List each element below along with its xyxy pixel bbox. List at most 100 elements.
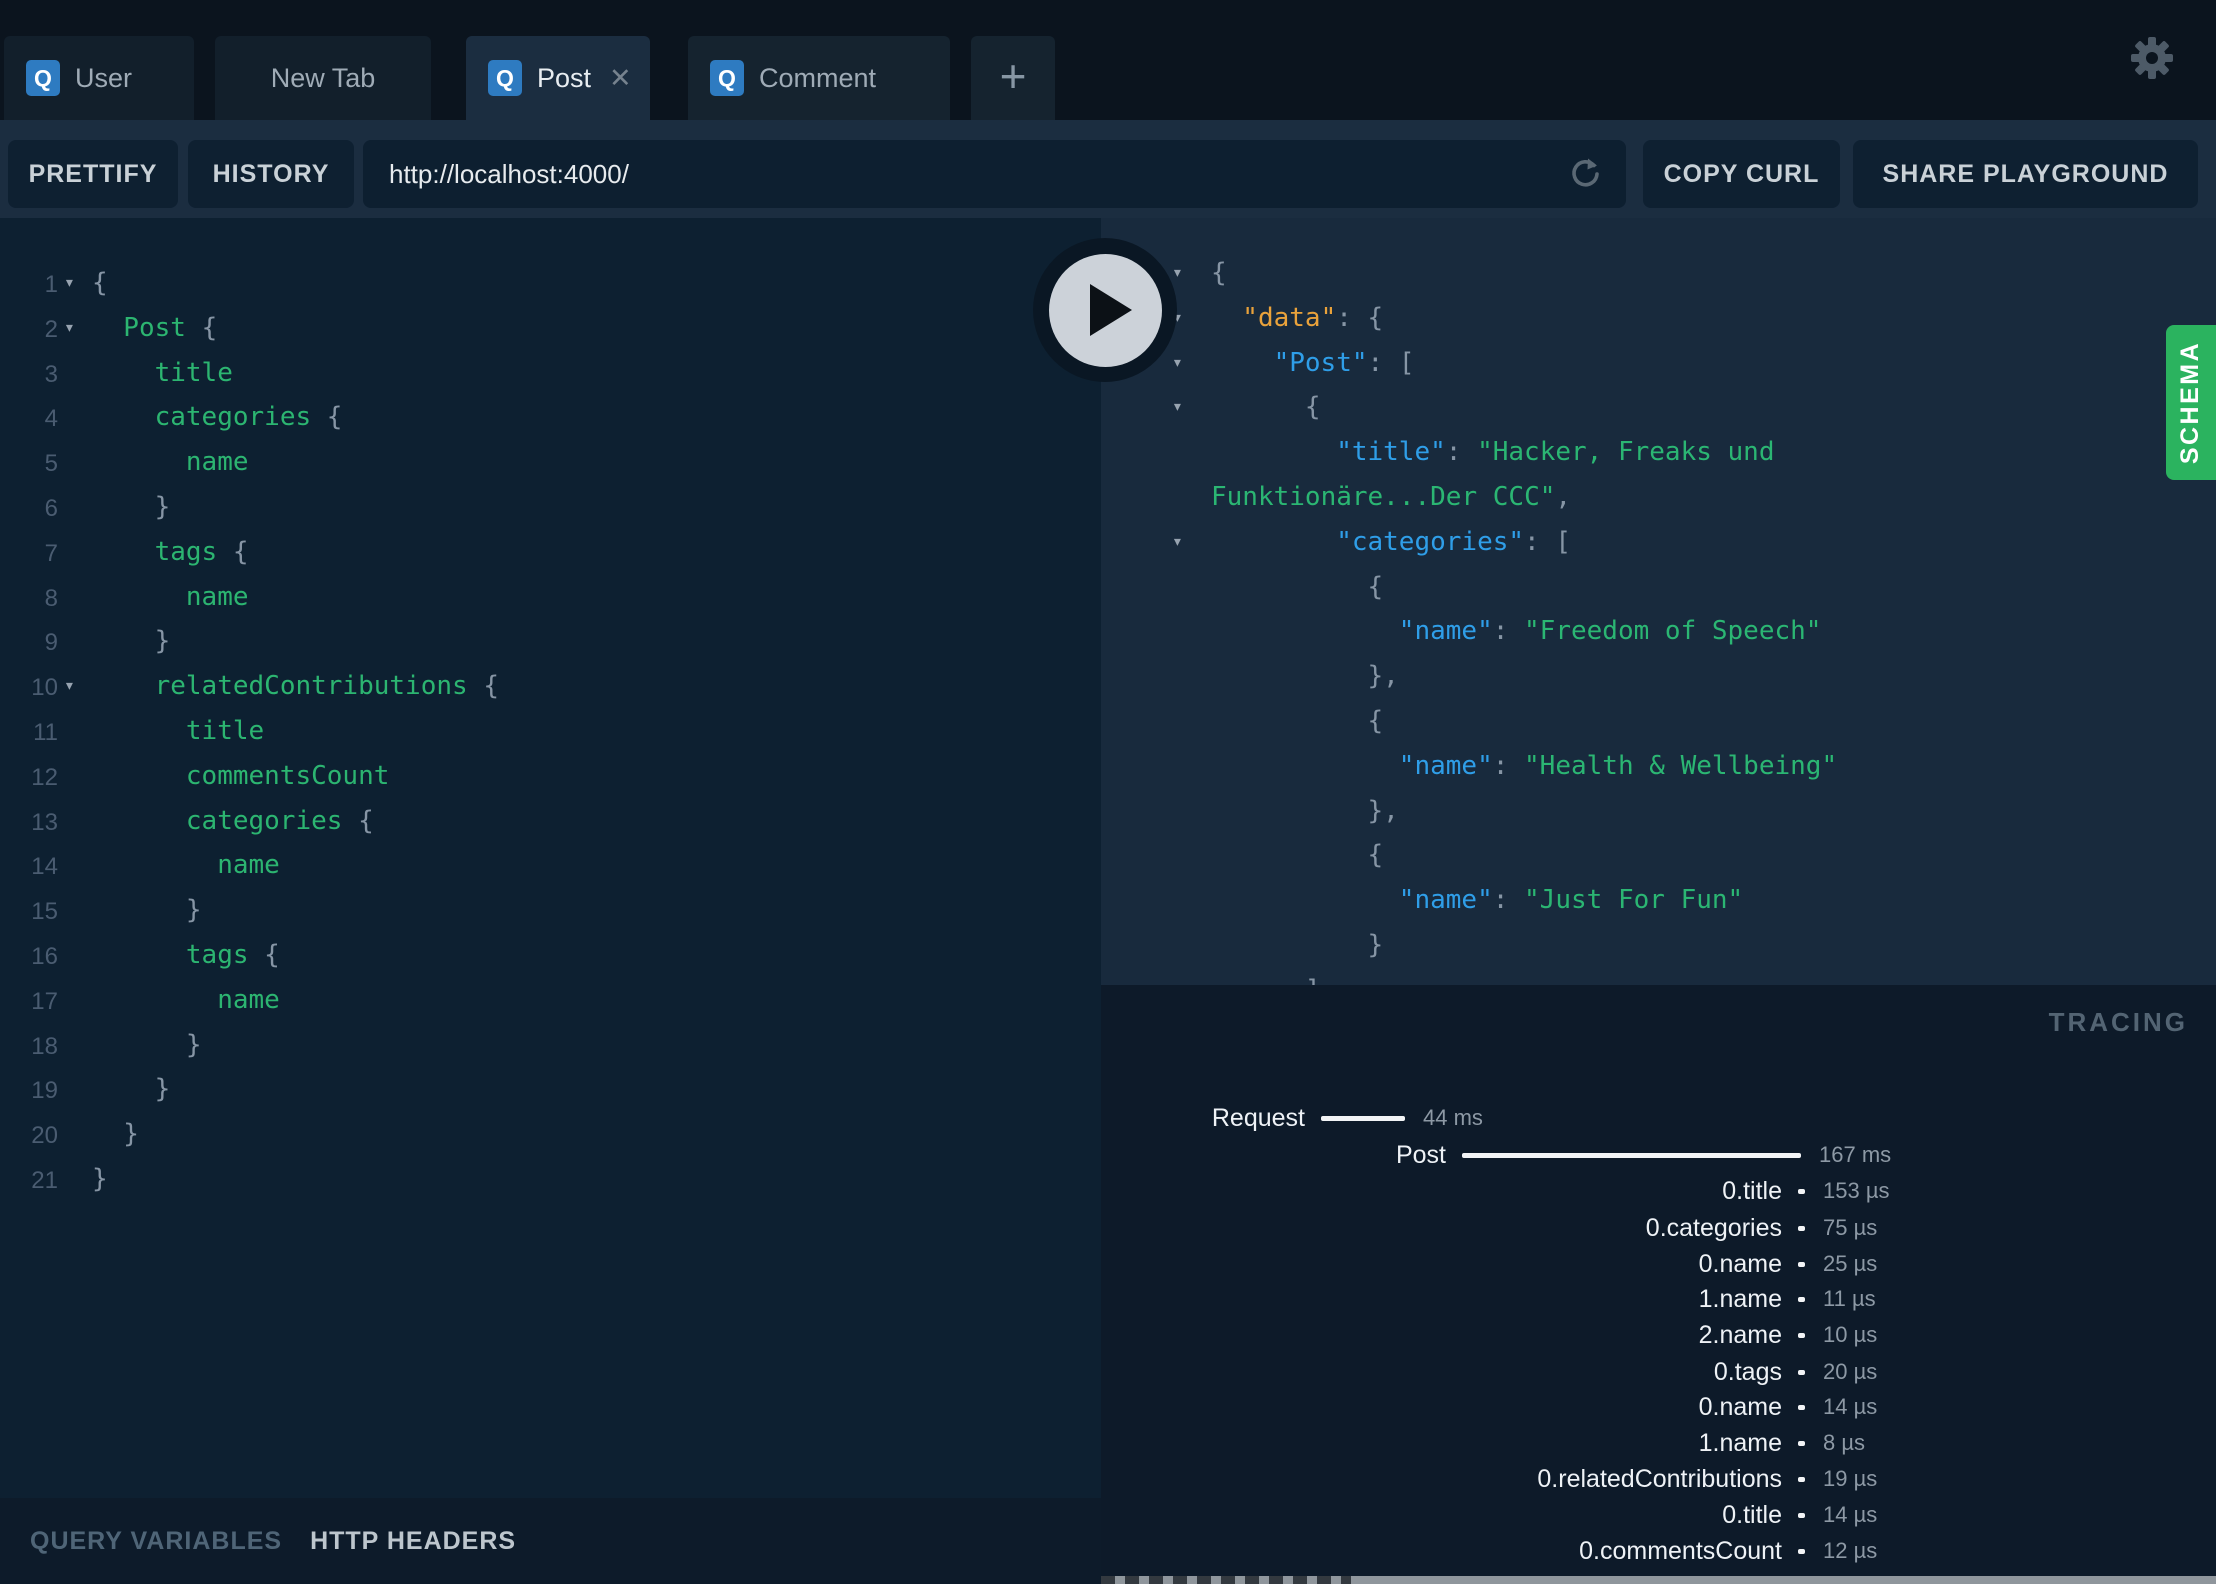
line-number: 5: [44, 450, 58, 478]
execute-query-button[interactable]: [1033, 238, 1177, 382]
response-token: :: [1336, 302, 1368, 333]
tracing-panel: TRACING Request 44 ms Post 167 ms 0.title 153…: [1101, 985, 2216, 1584]
editor-line: 13 categories {: [0, 799, 1101, 844]
response-token: {: [1367, 705, 1384, 736]
editor-line: 20}: [0, 1112, 1101, 1157]
line-number: 6: [44, 494, 58, 522]
fold-arrow-icon[interactable]: ▾: [64, 306, 75, 351]
response-line: ▾ "categories": [: [1101, 520, 2216, 565]
tracing-label: 1.name: [1698, 1429, 1782, 1457]
code-token: }: [154, 1074, 171, 1105]
response-token: "Hacker, Freaks und: [1477, 437, 1775, 468]
code-token: {: [217, 536, 249, 567]
line-number: 14: [31, 853, 58, 881]
reload-schema-icon[interactable]: [1566, 155, 1604, 193]
response-token: {: [1304, 392, 1321, 423]
tab-new-tab[interactable]: New Tab: [215, 36, 431, 120]
tab-post[interactable]: Q Post ✕: [466, 36, 650, 120]
line-number: 3: [44, 360, 58, 388]
editor-line: 1 ▾ {: [0, 261, 1101, 306]
query-editor[interactable]: 1 ▾{2 ▾ Post {3 title 4 categories {5 name 6} 7 ta…: [0, 218, 1101, 1498]
code-token: name: [185, 447, 249, 478]
tab-user[interactable]: Q User: [4, 36, 194, 120]
line-number: 8: [44, 584, 58, 612]
fold-arrow-icon[interactable]: ▾: [64, 261, 75, 306]
scrollbar-thumb[interactable]: [1101, 1576, 1351, 1584]
editor-line: 7 tags {: [0, 530, 1101, 575]
line-number: 18: [31, 1032, 58, 1060]
response-line: ▾{: [1101, 251, 2216, 296]
code-token: title: [185, 715, 265, 746]
line-number: 12: [31, 763, 58, 791]
query-type-badge: Q: [26, 60, 60, 96]
response-token: "title": [1336, 437, 1446, 468]
tracing-row: Request 44 ms: [1101, 1100, 2216, 1136]
response-line: },: [1101, 654, 2216, 699]
tracing-value: 167 ms: [1819, 1142, 1892, 1167]
response-token: :: [1367, 347, 1399, 378]
fold-arrow-icon[interactable]: ▾: [64, 664, 75, 709]
code-token: categories: [154, 402, 312, 433]
query-variables-tab[interactable]: QUERY VARIABLES: [30, 1527, 282, 1556]
response-token: "data": [1242, 302, 1337, 333]
line-number: 15: [31, 898, 58, 926]
tracing-label: 0.title: [1722, 1501, 1782, 1529]
tracing-row: 1.name 8 µs: [1101, 1425, 2216, 1461]
tracing-value: 19 µs: [1823, 1466, 1878, 1491]
response-token: {: [1367, 840, 1384, 871]
new-tab-button[interactable]: +: [971, 36, 1055, 120]
response-line: ▾ "data": {: [1101, 296, 2216, 341]
response-token: "Just For Fun": [1524, 885, 1744, 916]
tracing-label: Request: [1211, 1104, 1305, 1132]
response-token: :: [1492, 885, 1525, 916]
tracing-bar: [1798, 1333, 1805, 1338]
response-token: "name": [1398, 750, 1493, 781]
tracing-bar: [1798, 1262, 1805, 1267]
tracing-bar: [1321, 1116, 1405, 1121]
tracing-value: 8 µs: [1823, 1430, 1866, 1455]
collapse-arrow-icon[interactable]: ▾: [1172, 385, 1183, 430]
tracing-bar: [1798, 1370, 1805, 1375]
collapse-arrow-icon[interactable]: ▾: [1172, 341, 1183, 386]
line-number: 1: [44, 271, 58, 298]
tracing-label: 0.tags: [1713, 1358, 1782, 1386]
code-token: }: [185, 895, 202, 926]
tab-label: Comment: [759, 62, 877, 93]
tab-comment[interactable]: Q Comment: [688, 36, 950, 120]
tracing-label: 1.name: [1698, 1285, 1782, 1313]
horizontal-scrollbar[interactable]: [1101, 1576, 2216, 1584]
endpoint-url-input[interactable]: http://localhost:4000/: [363, 140, 1626, 208]
settings-gear-icon[interactable]: [2128, 34, 2176, 82]
editor-line: 4 categories {: [0, 395, 1101, 440]
response-token: :: [1524, 526, 1556, 557]
history-button[interactable]: HISTORY: [188, 140, 354, 208]
code-token: {: [185, 312, 218, 343]
tab-label: Post: [537, 62, 592, 93]
line-number: 7: [44, 539, 58, 567]
code-token: }: [154, 626, 171, 657]
line-number: 21: [31, 1166, 58, 1194]
tracing-bar: [1462, 1153, 1801, 1158]
editor-line: 17 name: [0, 978, 1101, 1023]
collapse-arrow-icon[interactable]: ▾: [1172, 520, 1183, 565]
response-token: "Post": [1273, 347, 1368, 378]
prettify-button[interactable]: PRETTIFY: [8, 140, 178, 208]
share-playground-button[interactable]: SHARE PLAYGROUND: [1853, 140, 2198, 208]
close-tab-icon[interactable]: ✕: [609, 64, 632, 92]
response-line: "name": "Freedom of Speech": [1101, 609, 2216, 654]
tracing-bar: [1798, 1441, 1805, 1446]
response-line: },: [1101, 789, 2216, 834]
response-token: "Freedom of Speech": [1524, 616, 1822, 647]
http-headers-tab[interactable]: HTTP HEADERS: [310, 1527, 516, 1556]
response-token: "name": [1398, 616, 1493, 647]
code-token: }: [185, 1029, 202, 1060]
response-line: }: [1101, 923, 2216, 968]
tracing-label: 0.categories: [1645, 1214, 1782, 1242]
editor-line: 3 title: [0, 351, 1101, 396]
tracing-row: 0.tags 20 µs: [1101, 1354, 2216, 1390]
copy-curl-button[interactable]: COPY CURL: [1643, 140, 1840, 208]
schema-side-tab[interactable]: SCHEMA: [2166, 325, 2216, 480]
editor-line: 16 tags {: [0, 933, 1101, 978]
tracing-bar: [1798, 1513, 1805, 1518]
line-number: 4: [44, 405, 58, 433]
